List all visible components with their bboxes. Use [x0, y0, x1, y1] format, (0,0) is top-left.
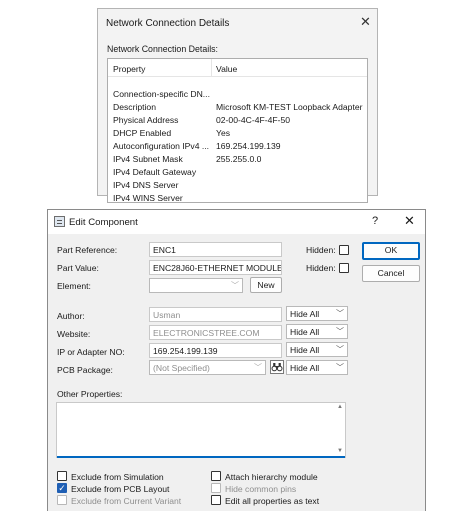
component-edit-icon — [54, 216, 65, 227]
close-icon[interactable]: ✕ — [404, 214, 415, 227]
close-icon[interactable]: ✕ — [360, 15, 371, 28]
title-bar[interactable]: Edit Component ? ✕ — [48, 210, 425, 234]
row-property: Connection-specific DN... — [113, 89, 210, 99]
chevron-down-icon: ﹀ — [336, 363, 344, 372]
edit-component-window: Edit Component ? ✕ Part Reference: ENC1 … — [47, 209, 426, 511]
row-property: IPv4 WINS Server — [113, 193, 183, 203]
row-value: 169.254.199.139 — [216, 141, 281, 151]
part-value-hidden-label: Hidden: — [306, 263, 336, 273]
row-property: Physical Address — [113, 115, 179, 125]
website-label: Website: — [57, 329, 91, 339]
author-input[interactable]: Usman — [149, 307, 282, 322]
part-value-label: Part Value: — [57, 263, 99, 273]
table-row[interactable]: Autoconfiguration IPv4 ... 169.254.199.1… — [108, 141, 367, 154]
part-reference-input[interactable]: ENC1 — [149, 242, 282, 257]
table-row[interactable]: IPv4 Subnet Mask 255.255.0.0 — [108, 154, 367, 167]
table-row[interactable]: Physical Address 02-00-4C-4F-4F-50 — [108, 115, 367, 128]
pcb-package-select[interactable]: (Not Specified) ﹀ — [149, 360, 266, 375]
row-value: Microsoft KM-TEST Loopback Adapter — [216, 102, 363, 112]
help-icon[interactable]: ? — [372, 215, 378, 227]
chevron-down-icon: ﹀ — [336, 345, 344, 354]
exclude-variant-checkbox[interactable] — [57, 495, 67, 505]
window-title: Network Connection Details — [106, 18, 230, 29]
table-row[interactable]: Connection-specific DN... — [108, 89, 367, 102]
website-visibility-select[interactable]: Hide All ﹀ — [286, 324, 348, 339]
chevron-down-icon: ﹀ — [231, 281, 239, 290]
part-reference-hidden-checkbox[interactable] — [339, 245, 349, 255]
network-connection-details-window: Network Connection Details ✕ Network Con… — [97, 8, 378, 203]
column-divider[interactable] — [211, 59, 212, 77]
list-header: Property Value — [108, 59, 367, 77]
new-element-button[interactable]: New — [250, 277, 282, 293]
ok-button[interactable]: OK — [362, 242, 420, 260]
row-value: 255.255.0.0 — [216, 154, 262, 164]
exclude-simulation-label: Exclude from Simulation — [71, 472, 164, 482]
column-header-property[interactable]: Property — [113, 64, 145, 74]
author-label: Author: — [57, 311, 85, 321]
window-title: Edit Component — [69, 217, 138, 228]
cancel-button[interactable]: Cancel — [362, 265, 420, 282]
pcb-package-value: (Not Specified) — [153, 363, 210, 373]
table-row[interactable]: IPv4 Default Gateway — [108, 167, 367, 180]
author-visibility-value: Hide All — [290, 309, 320, 319]
row-property: Autoconfiguration IPv4 ... — [113, 141, 210, 151]
row-property: DHCP Enabled — [113, 128, 172, 138]
scroll-down-icon[interactable]: ▼ — [337, 448, 343, 454]
ip-value: 169.254.199.139 — [153, 346, 218, 356]
chevron-down-icon: ﹀ — [336, 309, 344, 318]
ip-label: IP or Adapter NO: — [57, 347, 125, 357]
details-subtitle: Network Connection Details: — [107, 44, 218, 54]
details-list[interactable]: Property Value Connection-specific DN...… — [107, 58, 368, 203]
part-reference-hidden-label: Hidden: — [306, 245, 336, 255]
part-reference-label: Part Reference: — [57, 245, 118, 255]
part-value-value: ENC28J60-ETHERNET MODULE — [153, 263, 282, 273]
row-value: Yes — [216, 128, 231, 138]
attach-hierarchy-checkbox[interactable] — [211, 471, 221, 481]
table-row[interactable]: DHCP Enabled Yes — [108, 128, 367, 141]
table-row[interactable]: IPv4 WINS Server — [108, 193, 367, 203]
exclude-variant-label: Exclude from Current Variant — [71, 496, 182, 506]
exclude-pcb-checkbox[interactable]: ✓ — [57, 483, 67, 493]
exclude-pcb-label: Exclude from PCB Layout — [71, 484, 170, 494]
exclude-simulation-checkbox[interactable] — [57, 471, 67, 481]
column-header-value[interactable]: Value — [216, 64, 237, 74]
pcb-visibility-select[interactable]: Hide All ﹀ — [286, 360, 348, 375]
element-label: Element: — [57, 281, 91, 291]
other-properties-textarea[interactable]: ▲ ▼ — [56, 402, 346, 458]
row-property: Description — [113, 102, 156, 112]
ip-visibility-select[interactable]: Hide All ﹀ — [286, 342, 348, 357]
chevron-down-icon: ﹀ — [254, 363, 262, 372]
row-property: IPv4 DNS Server — [113, 180, 179, 190]
author-value: Usman — [153, 310, 181, 320]
edit-all-text-label: Edit all properties as text — [225, 496, 320, 506]
table-row[interactable]: Description Microsoft KM-TEST Loopback A… — [108, 102, 367, 115]
table-row[interactable]: IPv4 DNS Server — [108, 180, 367, 193]
binoculars-icon[interactable] — [270, 360, 284, 374]
author-visibility-select[interactable]: Hide All ﹀ — [286, 306, 348, 321]
website-input[interactable]: ELECTRONICSTREE.COM — [149, 325, 282, 340]
row-property: IPv4 Default Gateway — [113, 167, 197, 177]
website-visibility-value: Hide All — [290, 327, 320, 337]
ip-visibility-value: Hide All — [290, 345, 320, 355]
scroll-up-icon[interactable]: ▲ — [337, 404, 343, 410]
part-value-input[interactable]: ENC28J60-ETHERNET MODULE — [149, 260, 282, 275]
part-value-hidden-checkbox[interactable] — [339, 263, 349, 273]
row-property: IPv4 Subnet Mask — [113, 154, 183, 164]
other-properties-label: Other Properties: — [57, 389, 123, 399]
row-value: 02-00-4C-4F-4F-50 — [216, 115, 291, 125]
hide-pins-checkbox[interactable] — [211, 483, 221, 493]
ip-input[interactable]: 169.254.199.139 — [149, 343, 282, 358]
pcb-package-label: PCB Package: — [57, 365, 113, 375]
pcb-visibility-value: Hide All — [290, 363, 320, 373]
hide-pins-label: Hide common pins — [225, 484, 297, 494]
part-reference-value: ENC1 — [153, 245, 176, 255]
edit-all-text-checkbox[interactable] — [211, 495, 221, 505]
element-select[interactable]: ﹀ — [149, 278, 243, 293]
website-value: ELECTRONICSTREE.COM — [153, 328, 260, 338]
attach-hierarchy-label: Attach hierarchy module — [225, 472, 318, 482]
chevron-down-icon: ﹀ — [336, 327, 344, 336]
